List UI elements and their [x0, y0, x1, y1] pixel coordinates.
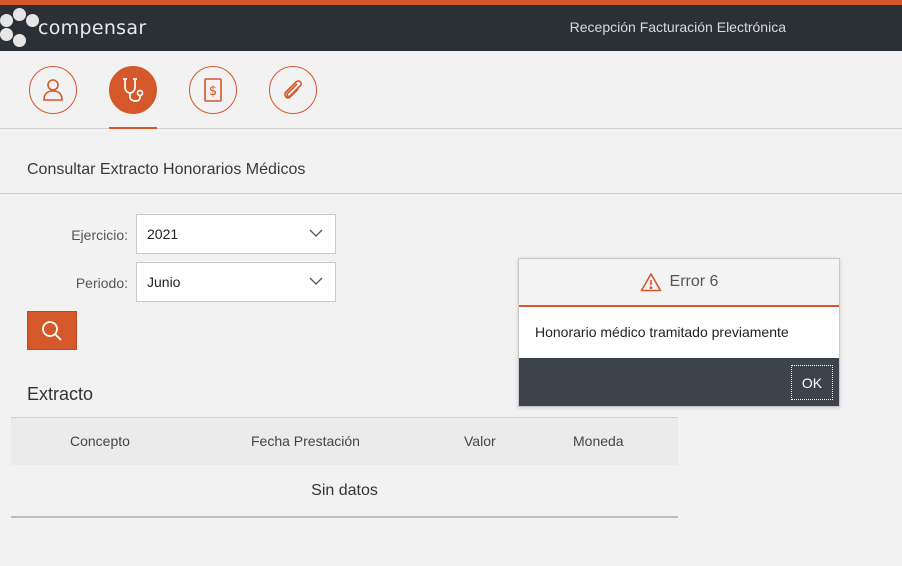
empty-message: Sin datos: [311, 482, 378, 499]
dialog-header: Error 6: [519, 259, 839, 307]
active-step-indicator: [109, 127, 157, 129]
search-button[interactable]: [27, 311, 77, 350]
ejercicio-select[interactable]: 2021: [136, 214, 336, 254]
column-header-fecha: Fecha Prestación: [251, 433, 360, 449]
search-icon: [42, 320, 62, 341]
ejercicio-value: 2021: [147, 226, 179, 242]
dialog-footer: OK: [519, 358, 839, 406]
ok-button[interactable]: OK: [791, 365, 833, 400]
section-title: Consultar Extracto Honorarios Médicos: [27, 161, 306, 178]
app-header: compensar Recepción Facturación Electrón…: [0, 0, 902, 51]
paperclip-icon: [284, 80, 302, 99]
extracto-title: Extracto: [27, 384, 94, 404]
table-body: Sin datos: [11, 465, 678, 518]
chevron-down-icon: [309, 229, 323, 237]
section-divider: [0, 193, 902, 194]
user-icon: [43, 79, 63, 101]
column-header-valor: Valor: [464, 433, 496, 449]
svg-text:$: $: [209, 84, 217, 99]
periodo-select[interactable]: Junio: [136, 262, 336, 302]
periodo-value: Junio: [147, 274, 181, 290]
dialog-title: Error 6: [669, 273, 719, 290]
page: compensar Recepción Facturación Electrón…: [0, 0, 902, 566]
stethoscope-icon: [123, 78, 144, 102]
extracto-table: Concepto Fecha Prestación Valor Moneda S…: [11, 417, 678, 518]
ejercicio-label: Ejercicio:: [71, 227, 128, 243]
column-header-concepto: Concepto: [70, 433, 130, 449]
step-invoice-button[interactable]: $: [189, 66, 237, 114]
compensar-logo[interactable]: compensar: [0, 8, 146, 48]
step-medical-button[interactable]: [109, 66, 157, 114]
step-attachments-button[interactable]: [269, 66, 317, 114]
periodo-label: Periodo:: [75, 275, 128, 291]
step-navigation: $: [0, 51, 902, 129]
column-header-moneda: Moneda: [573, 433, 624, 449]
invoice-dollar-icon: $: [204, 78, 222, 102]
error-dialog: Error 6 Honorario médico tramitado previ…: [518, 258, 840, 407]
dialog-message: Honorario médico tramitado previamente: [535, 324, 789, 340]
warning-icon: [640, 273, 661, 292]
step-user-button[interactable]: [29, 66, 77, 114]
logo-text: compensar: [38, 17, 147, 39]
logo-dots-icon: [0, 8, 40, 48]
app-title: Recepción Facturación Electrónica: [569, 19, 786, 35]
chevron-down-icon: [309, 277, 323, 285]
table-header: Concepto Fecha Prestación Valor Moneda: [11, 417, 678, 465]
